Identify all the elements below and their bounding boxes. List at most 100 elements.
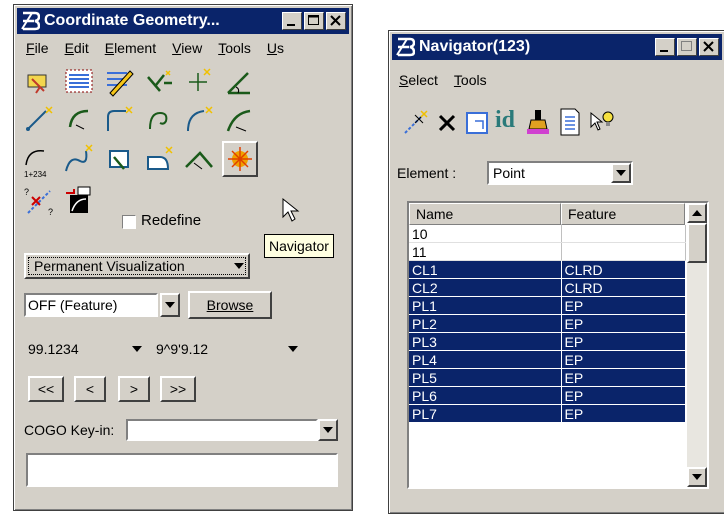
crosshair-icon — [189, 68, 211, 91]
browse-button[interactable]: Browse — [188, 291, 272, 319]
menu-edit[interactable]: Edit — [57, 38, 97, 60]
cogo-title-bar[interactable]: Coordinate Geometry... — [17, 8, 349, 34]
store-point-tool-button[interactable] — [142, 65, 176, 97]
keyin-history-field[interactable] — [26, 453, 338, 487]
scroll-down-button[interactable] — [687, 467, 707, 487]
close-button[interactable] — [699, 38, 719, 56]
stationing-tool-button[interactable]: 1+234 — [22, 143, 56, 179]
last-button[interactable]: >> — [160, 376, 196, 402]
spiral-tool-button[interactable] — [142, 103, 176, 135]
redefine-checkbox[interactable] — [122, 215, 136, 229]
close-icon — [703, 41, 714, 52]
load-element-tool-button[interactable] — [62, 185, 96, 217]
keyin-dropdown-button[interactable] — [318, 419, 338, 441]
svg-text:1+234: 1+234 — [24, 170, 47, 179]
row-feature: EP — [561, 296, 686, 315]
curve-tool-button[interactable] — [102, 103, 136, 135]
maximize-button[interactable] — [677, 38, 697, 56]
curve-arc-tool-button[interactable] — [182, 103, 216, 135]
navigator-title-bar[interactable]: Navigator(123) — [392, 34, 722, 60]
row-feature: EP — [561, 404, 686, 423]
minimize-button[interactable] — [282, 12, 302, 30]
spiral-icon — [149, 111, 168, 130]
row-name: PL4 — [409, 350, 562, 369]
precision-dropdown[interactable]: 99.1234 — [24, 337, 146, 361]
row-feature: CLRD — [561, 278, 686, 297]
arc-point-tool-button[interactable] — [222, 103, 256, 135]
arc-tool-button[interactable] — [62, 103, 96, 135]
menu-element[interactable]: Element — [97, 38, 164, 60]
menu-view[interactable]: View — [164, 38, 210, 60]
spline-tool-button[interactable] — [62, 143, 96, 175]
navigator-icon — [228, 147, 252, 171]
row-feature: EP — [561, 314, 686, 333]
row-feature: EP — [561, 332, 686, 351]
row-name: 10 — [409, 225, 562, 243]
select-point-icon[interactable] — [401, 109, 429, 137]
identify-button[interactable]: id — [495, 107, 515, 134]
open-point-tool-button[interactable] — [22, 65, 56, 97]
element-list[interactable]: Name Feature 10 11 CL1 CLRD CL2 CLRD PL1 EP PL2 E… — [407, 201, 709, 489]
table-row[interactable]: PL3 EP — [409, 332, 686, 351]
maximize-button[interactable] — [304, 12, 324, 30]
line-tool-button[interactable] — [22, 103, 56, 135]
delete-icon[interactable] — [435, 111, 459, 135]
table-row[interactable]: PL7 EP — [409, 404, 686, 423]
maximize-icon — [681, 41, 692, 51]
highlight-icon[interactable] — [523, 107, 553, 137]
column-header-name[interactable]: Name — [409, 203, 561, 225]
chevron-down-icon[interactable] — [611, 163, 631, 183]
table-row[interactable]: PL1 EP — [409, 296, 686, 315]
column-header-feature[interactable]: Feature — [561, 203, 685, 225]
first-button[interactable]: << — [28, 376, 64, 402]
angle-format-dropdown[interactable]: 9^9'9.12 — [152, 337, 302, 361]
scroll-thumb[interactable] — [687, 223, 707, 263]
visualization-dropdown[interactable]: Permanent Visualization — [24, 253, 250, 279]
keyin-combo[interactable] — [126, 419, 318, 441]
mode-dropdown-button[interactable] — [160, 293, 180, 317]
table-row[interactable]: CL1 CLRD — [409, 260, 686, 279]
table-row[interactable]: CL2 CLRD — [409, 278, 686, 297]
help-icon[interactable] — [587, 107, 617, 137]
app-logo-icon — [395, 37, 415, 57]
row-name: CL2 — [409, 278, 562, 297]
minimize-button[interactable] — [655, 38, 675, 56]
menu-tools[interactable]: Tools — [446, 70, 495, 92]
triangle-down-icon — [692, 474, 702, 480]
intersection-tool-button[interactable]: ?? — [22, 185, 56, 217]
vertical-scrollbar[interactable] — [687, 203, 707, 487]
table-row[interactable]: PL6 EP — [409, 386, 686, 405]
menu-select[interactable]: Select — [393, 70, 446, 92]
points-list-tool-button[interactable] — [62, 65, 96, 97]
arc-icon — [68, 109, 89, 130]
menu-user[interactable]: Us — [259, 38, 292, 60]
close-icon — [330, 15, 341, 26]
parcel-tool-button[interactable] — [102, 143, 136, 175]
minimize-icon — [287, 24, 295, 26]
table-row[interactable]: PL5 EP — [409, 368, 686, 387]
table-row[interactable]: 10 — [409, 225, 686, 243]
report-icon[interactable] — [557, 107, 583, 137]
scroll-up-button[interactable] — [687, 203, 707, 223]
previous-button[interactable]: < — [74, 376, 106, 402]
table-row[interactable]: 11 — [409, 242, 686, 261]
edit-points-tool-button[interactable] — [102, 65, 136, 97]
row-feature — [561, 242, 686, 261]
roof-tool-button[interactable] — [182, 143, 216, 175]
close-button[interactable] — [326, 12, 346, 30]
mode-select[interactable]: OFF (Feature) — [24, 293, 158, 317]
shape-tool-button[interactable] — [142, 143, 176, 175]
row-name: PL2 — [409, 314, 562, 333]
table-row[interactable]: PL2 EP — [409, 314, 686, 333]
triangle-up-icon — [692, 210, 702, 216]
table-row[interactable]: PL4 EP — [409, 350, 686, 369]
menu-file[interactable]: File — [18, 38, 57, 60]
navigator-button[interactable] — [222, 141, 258, 177]
chevron-down-icon — [165, 302, 175, 308]
next-button[interactable]: > — [118, 376, 150, 402]
zoom-window-icon[interactable] — [463, 109, 491, 137]
element-dropdown[interactable]: Point — [487, 161, 633, 185]
locate-point-tool-button[interactable] — [182, 65, 216, 97]
menu-tools[interactable]: Tools — [210, 38, 259, 60]
angle-tool-button[interactable] — [222, 65, 256, 97]
